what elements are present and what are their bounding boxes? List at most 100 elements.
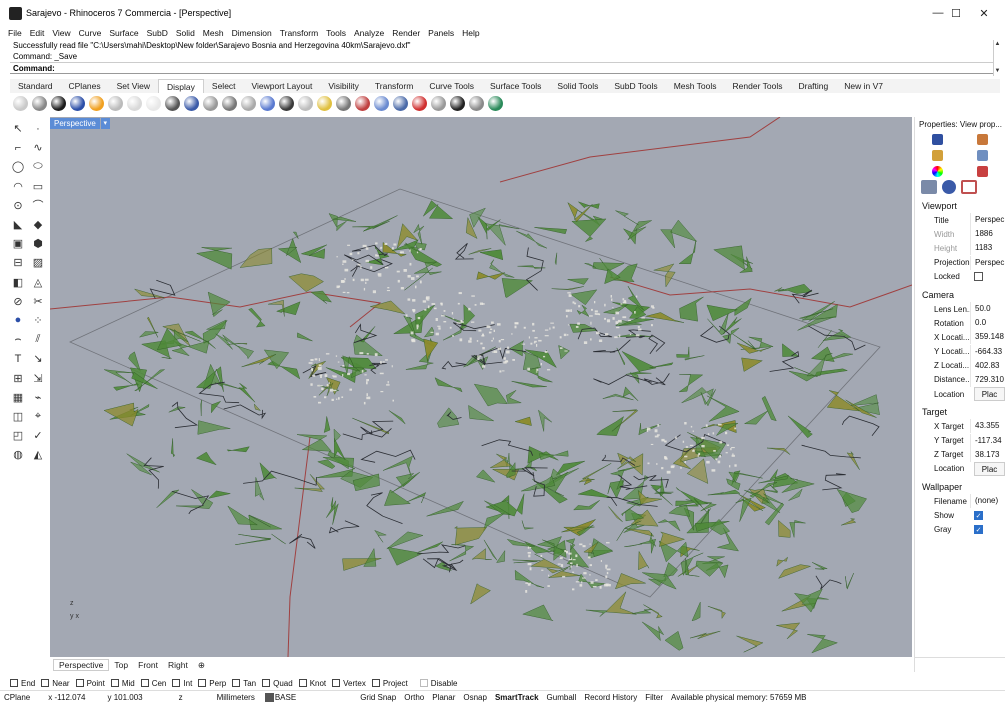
osnap-checkbox[interactable]	[332, 679, 341, 687]
ortho-toggle[interactable]: Ortho	[400, 693, 428, 702]
gumball-toggle[interactable]: Gumball	[543, 693, 581, 702]
osnap-checkbox[interactable]	[140, 679, 149, 687]
osnap-checkbox[interactable]	[371, 679, 380, 687]
rendered-icon[interactable]	[51, 95, 66, 111]
tab-mesh-tools[interactable]: Mesh Tools	[666, 79, 725, 93]
target-place-button[interactable]: Plac	[974, 461, 1005, 476]
curve-icon[interactable]: ∿	[31, 141, 45, 155]
tab-render-tools[interactable]: Render Tools	[725, 79, 791, 93]
menu-surface[interactable]: Surface	[109, 28, 138, 38]
viewport-name-label[interactable]: Perspective	[50, 117, 100, 129]
osnap-checkbox[interactable]	[172, 679, 181, 687]
grid-snap-toggle[interactable]: Grid Snap	[356, 693, 400, 702]
tab-subd-tools[interactable]: SubD Tools	[606, 79, 665, 93]
tab-visibility[interactable]: Visibility	[320, 79, 367, 93]
object-settings-icon[interactable]	[393, 95, 408, 111]
layer-icon[interactable]: ◫	[11, 409, 25, 423]
tab-standard[interactable]: Standard	[10, 79, 61, 93]
z-target-field[interactable]: 38.173	[970, 447, 1005, 462]
menu-render[interactable]: Render	[392, 28, 420, 38]
tab-transform[interactable]: Transform	[367, 79, 421, 93]
circle-icon[interactable]: ◯	[11, 160, 25, 174]
material-icon[interactable]	[977, 165, 988, 177]
menu-subd[interactable]: SubD	[147, 28, 168, 38]
material-icon[interactable]: ◭	[31, 448, 45, 462]
wireframe-icon[interactable]	[13, 95, 28, 111]
layer-label[interactable]: BASE	[274, 693, 300, 702]
viewport-title[interactable]: Perspective ▾	[50, 117, 110, 129]
record-history-toggle[interactable]: Record History	[580, 693, 641, 702]
circle-center-icon[interactable]: ⊙	[11, 198, 25, 212]
environment-icon[interactable]	[279, 95, 294, 111]
fillet-curve-icon[interactable]: ⌢	[11, 333, 25, 347]
blue-sphere-icon[interactable]: ●	[11, 313, 25, 327]
tab-cplanes[interactable]: CPlanes	[61, 79, 109, 93]
properties-scrollbar[interactable]	[915, 657, 1005, 666]
menu-mesh[interactable]: Mesh	[203, 28, 224, 38]
planar-toggle[interactable]: Planar	[428, 693, 459, 702]
locked-checkbox[interactable]	[974, 272, 983, 282]
projection-field[interactable]: Perspec	[970, 255, 1005, 270]
title-field[interactable]: Perspec	[970, 213, 1005, 228]
viewport-dropdown-icon[interactable]: ▾	[100, 117, 110, 129]
command-scrollbar[interactable]: ▲ ▼	[993, 40, 1001, 76]
x-location-field[interactable]: 359.148	[970, 330, 1005, 345]
pen-icon[interactable]	[165, 95, 180, 111]
menu-view[interactable]: View	[52, 28, 70, 38]
render-icon[interactable]: ◍	[11, 448, 25, 462]
analyze-icon[interactable]: ⌖	[31, 409, 45, 423]
menu-file[interactable]: File	[8, 28, 22, 38]
scroll-up-icon[interactable]: ▲	[994, 40, 1001, 49]
osnap-perp[interactable]: Perp	[198, 679, 226, 688]
menu-solid[interactable]: Solid	[176, 28, 195, 38]
filter-toggle[interactable]: Filter	[641, 693, 667, 702]
cylinder-icon[interactable]: ⊟	[11, 256, 25, 270]
osnap-point[interactable]: Point	[75, 679, 105, 688]
technical-icon[interactable]	[127, 95, 142, 111]
fillet-icon[interactable]: ⌒	[31, 198, 45, 212]
cplane-label[interactable]: CPlane	[0, 693, 34, 702]
tab-curve-tools[interactable]: Curve Tools	[421, 79, 482, 93]
block-icon[interactable]: ▦	[11, 390, 25, 404]
gray-checkbox[interactable]: ✓	[974, 524, 983, 534]
layer-color-swatch[interactable]	[264, 693, 274, 702]
viewport-canvas[interactable]	[50, 117, 912, 657]
trim-icon[interactable]: ✂	[31, 294, 45, 308]
osnap-checkbox[interactable]	[110, 679, 119, 687]
osnap-end[interactable]: End	[10, 679, 35, 688]
material-sphere-icon[interactable]	[89, 95, 104, 111]
array-icon[interactable]: ⁘	[31, 313, 45, 327]
add-viewport-icon[interactable]: ⊕	[193, 660, 210, 671]
tab-new-in-v7[interactable]: New in V7	[836, 79, 891, 93]
osnap-knot[interactable]: Knot	[298, 679, 326, 688]
lock-icon[interactable]	[431, 95, 446, 111]
distance-field[interactable]: 729.310	[970, 372, 1005, 387]
offset-icon[interactable]: ⫽	[31, 333, 45, 347]
rotation-field[interactable]: 0.0	[970, 316, 1005, 331]
check-icon[interactable]: ✓	[31, 429, 45, 443]
object-properties-icon[interactable]	[932, 133, 943, 145]
viewtab-front[interactable]: Front	[133, 660, 163, 670]
box-icon[interactable]: ▣	[11, 237, 25, 251]
ghosted-icon[interactable]	[70, 95, 85, 111]
folder-icon[interactable]	[932, 149, 943, 161]
osnap-near[interactable]: Near	[41, 679, 70, 688]
filename-field[interactable]: (none)	[970, 494, 1005, 509]
solid-edit-icon[interactable]: ◬	[31, 275, 45, 289]
xray-icon[interactable]	[108, 95, 123, 111]
polyline-icon[interactable]: ⌐	[11, 141, 25, 155]
osnap-checkbox[interactable]	[10, 679, 18, 687]
osnap-toggle[interactable]: Osnap	[459, 693, 491, 702]
perspective-viewport[interactable]	[50, 117, 912, 657]
osnap-disable[interactable]: Disable	[419, 679, 457, 688]
display-icon[interactable]	[977, 149, 988, 161]
osnap-cen[interactable]: Cen	[140, 679, 166, 688]
point-icon[interactable]: ·	[31, 122, 45, 136]
section-icon[interactable]	[336, 95, 351, 111]
close-button[interactable]: ✕	[966, 0, 1002, 26]
mesh-icon[interactable]: ▨	[31, 256, 45, 270]
boolean-icon[interactable]: ⬢	[31, 237, 45, 251]
isolate-icon[interactable]	[241, 95, 256, 111]
osnap-checkbox[interactable]	[198, 679, 207, 687]
tab-display[interactable]: Display	[158, 79, 204, 93]
